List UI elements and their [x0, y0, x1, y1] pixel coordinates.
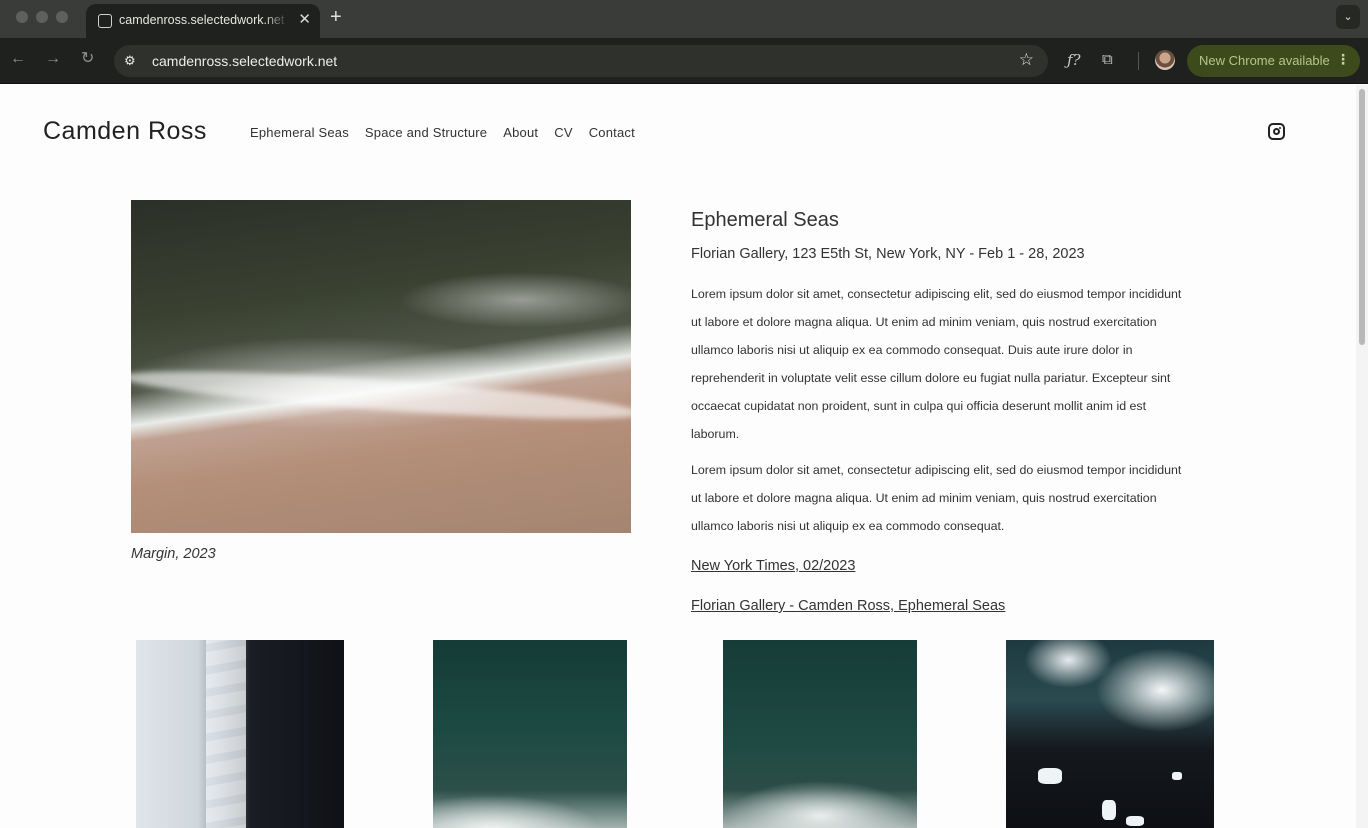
update-label: New Chrome available	[1199, 53, 1330, 68]
browser-tab-strip: camdenross.selectedwork.net ✕ + ⌄	[0, 0, 1368, 38]
scrollbar-thumb[interactable]	[1359, 89, 1365, 345]
hero-caption: Margin, 2023	[131, 546, 216, 562]
ice-shape	[1126, 816, 1144, 826]
nav-item-contact[interactable]: Contact	[589, 125, 635, 140]
hero-image[interactable]	[131, 200, 631, 533]
close-window-button[interactable]	[16, 11, 28, 23]
press-link-gallery[interactable]: Florian Gallery - Camden Ross, Ephemeral…	[691, 598, 1005, 614]
site-title[interactable]: Camden Ross	[43, 117, 207, 146]
extensions-puzzle-icon[interactable]: ⧉	[1102, 50, 1113, 70]
web-page: Camden Ross Ephemeral Seas Space and Str…	[0, 85, 1356, 828]
url-text[interactable]: camdenross.selectedwork.net	[152, 53, 337, 69]
browser-toolbar: ← → ↻ ⚙ camdenross.selectedwork.net ☆ ƒ?…	[0, 38, 1368, 84]
nav-item-ephemeral-seas[interactable]: Ephemeral Seas	[250, 125, 349, 140]
tab-title: camdenross.selectedwork.net	[119, 13, 285, 27]
description-paragraph: Lorem ipsum dolor sit amet, consectetur …	[691, 287, 1182, 441]
close-tab-icon[interactable]: ✕	[298, 11, 311, 29]
favicon-icon	[98, 14, 112, 28]
nav-item-about[interactable]: About	[503, 125, 538, 140]
chrome-update-button[interactable]: New Chrome available ⋮	[1187, 45, 1360, 77]
ice-shape	[1102, 800, 1116, 820]
description-paragraph: Lorem ipsum dolor sit amet, consectetur …	[691, 463, 1182, 533]
address-bar[interactable]: ⚙ camdenross.selectedwork.net ☆	[114, 45, 1048, 77]
ice-shape	[1172, 772, 1182, 780]
hero-wave-foam	[131, 361, 631, 429]
site-info-icon[interactable]: ⚙	[124, 53, 136, 69]
nav-item-cv[interactable]: CV	[554, 125, 572, 140]
exhibition-title: Ephemeral Seas	[691, 209, 839, 231]
reload-icon[interactable]: ↻	[81, 49, 94, 69]
profile-avatar[interactable]	[1155, 50, 1175, 70]
gallery-thumbnail[interactable]	[1006, 640, 1214, 828]
back-icon[interactable]: ←	[10, 49, 26, 69]
press-link-nyt[interactable]: New York Times, 02/2023	[691, 558, 855, 574]
browser-tab[interactable]: camdenross.selectedwork.net ✕	[86, 4, 320, 38]
gallery-thumbnail[interactable]	[723, 640, 917, 828]
page-scrollbar[interactable]	[1356, 85, 1368, 828]
gallery-thumbnail[interactable]	[433, 640, 627, 828]
main-nav: Ephemeral Seas Space and Structure About…	[250, 125, 635, 140]
forward-icon[interactable]: →	[45, 49, 61, 69]
nav-item-space-and-structure[interactable]: Space and Structure	[365, 125, 487, 140]
thumbnail-foam	[206, 640, 246, 828]
toolbar-divider	[1138, 52, 1139, 70]
extension-fx-icon[interactable]: ƒ?	[1067, 50, 1081, 70]
exhibition-venue: Florian Gallery, 123 E5th St, New York, …	[691, 246, 1085, 262]
maximize-window-button[interactable]	[56, 11, 68, 23]
new-tab-button[interactable]: +	[330, 6, 342, 28]
menu-dots-icon[interactable]: ⋮	[1336, 51, 1350, 68]
gallery-thumbnail[interactable]	[136, 640, 344, 828]
minimize-window-button[interactable]	[36, 11, 48, 23]
ice-shape	[1038, 768, 1062, 784]
tab-search-button[interactable]: ⌄	[1336, 5, 1360, 29]
bookmark-star-icon[interactable]: ☆	[1019, 50, 1034, 70]
instagram-icon[interactable]	[1268, 123, 1285, 140]
